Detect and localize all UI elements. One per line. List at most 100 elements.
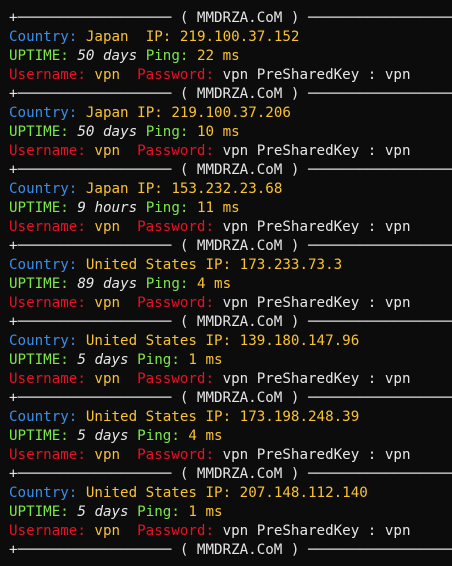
server-status-line: UPTIME: 5 days Ping: 1 ms	[9, 351, 452, 370]
separator-left: +──────────────────	[9, 162, 172, 178]
country-label: Country:	[9, 105, 78, 121]
psk-value: vpn	[384, 143, 411, 159]
password-label: Password:	[137, 143, 215, 159]
ip-label: IP:	[205, 409, 232, 425]
username-label: Username:	[9, 67, 86, 83]
uptime-label: UPTIME:	[9, 352, 69, 368]
password-value: vpn	[222, 295, 249, 311]
username-value: vpn	[94, 523, 121, 539]
username-label: Username:	[9, 523, 86, 539]
server-status-line: UPTIME: 5 days Ping: 1 ms	[9, 503, 452, 522]
psk-value: vpn	[384, 219, 411, 235]
server-credentials-line: Username: vpn Password: vpn PreSharedKey…	[9, 370, 452, 389]
server-location-line: Country: United States IP: 139.180.147.9…	[9, 332, 452, 351]
uptime-unit: days	[94, 504, 129, 520]
terminal-window[interactable]: +────────────────── ( MMDRZA.CoM ) ─────…	[0, 0, 452, 566]
server-credentials-line: Username: vpn Password: vpn PreSharedKey…	[9, 522, 452, 541]
ping-value: 4 ms	[188, 428, 223, 444]
server-location-line: Country: United States IP: 173.233.73.3	[9, 256, 452, 275]
ping-value: 22 ms	[196, 48, 240, 64]
uptime-unit: days	[102, 276, 138, 292]
username-label: Username:	[9, 447, 86, 463]
country-label: Country:	[9, 409, 78, 425]
country-label: Country:	[9, 485, 78, 501]
separator-left: +──────────────────	[9, 10, 172, 26]
password-value: vpn	[222, 219, 249, 235]
separator-line: +────────────────── ( MMDRZA.CoM ) ─────…	[9, 313, 452, 332]
ip-label: IP:	[205, 333, 232, 349]
server-location-line: Country: United States IP: 207.148.112.1…	[9, 484, 452, 503]
uptime-unit: days	[102, 124, 138, 140]
ip-label: IP:	[137, 181, 163, 197]
ip-value: 139.180.147.96	[239, 333, 360, 349]
server-status-line: UPTIME: 50 days Ping: 22 ms	[9, 47, 452, 66]
server-location-line: Country: Japan IP: 153.232.23.68	[9, 180, 452, 199]
username-label: Username:	[9, 371, 86, 387]
ip-label: IP:	[145, 29, 172, 45]
uptime-label: UPTIME:	[9, 200, 69, 216]
psk-value: vpn	[384, 295, 411, 311]
psk-value: vpn	[384, 371, 411, 387]
uptime-label: UPTIME:	[9, 504, 69, 520]
country-value: United States	[85, 485, 197, 501]
uptime-label: UPTIME:	[9, 124, 69, 140]
username-label: Username:	[9, 295, 86, 311]
password-label: Password:	[137, 67, 215, 83]
password-label: Password:	[137, 219, 215, 235]
ip-value: 219.100.37.206	[171, 105, 291, 121]
username-value: vpn	[94, 447, 121, 463]
uptime-number: 50	[77, 124, 95, 140]
separator-brand: ( MMDRZA.CoM )	[179, 86, 300, 102]
uptime-unit: days	[94, 428, 129, 444]
server-status-line: UPTIME: 50 days Ping: 10 ms	[9, 123, 452, 142]
username-label: Username:	[9, 143, 86, 159]
uptime-unit: hours	[94, 200, 138, 216]
country-label: Country:	[9, 181, 78, 197]
separator-right: ──────────────────+	[307, 542, 452, 558]
ping-value: 4 ms	[196, 276, 232, 292]
uptime-number: 5	[77, 428, 86, 444]
separator-left: +──────────────────	[9, 390, 172, 406]
uptime-number: 9	[77, 200, 86, 216]
ping-value: 11 ms	[196, 200, 240, 216]
server-credentials-line: Username: vpn Password: vpn PreSharedKey…	[9, 66, 452, 85]
separator-left: +──────────────────	[9, 314, 172, 330]
server-status-line: UPTIME: 5 days Ping: 4 ms	[9, 427, 452, 446]
separator-brand: ( MMDRZA.CoM )	[179, 162, 300, 178]
ping-label: Ping:	[145, 48, 189, 64]
psk-label: PreSharedKey :	[256, 295, 377, 311]
server-credentials-line: Username: vpn Password: vpn PreSharedKey…	[9, 294, 452, 313]
separator-right: ──────────────────+	[307, 390, 452, 406]
uptime-label: UPTIME:	[9, 428, 69, 444]
uptime-label: UPTIME:	[9, 276, 69, 292]
password-label: Password:	[137, 295, 215, 311]
ping-label: Ping:	[137, 428, 180, 444]
separator-right: ──────────────────+	[307, 466, 452, 482]
separator-brand: ( MMDRZA.CoM )	[179, 10, 300, 26]
ip-value: 173.198.248.39	[239, 409, 360, 425]
psk-label: PreSharedKey :	[256, 447, 377, 463]
separator-line: +────────────────── ( MMDRZA.CoM ) ─────…	[9, 85, 452, 104]
uptime-number: 5	[77, 504, 86, 520]
username-value: vpn	[94, 219, 121, 235]
separator-right: ──────────────────+	[307, 314, 452, 330]
separator-line: +────────────────── ( MMDRZA.CoM ) ─────…	[9, 389, 452, 408]
separator-brand: ( MMDRZA.CoM )	[179, 390, 300, 406]
separator-line: +────────────────── ( MMDRZA.CoM ) ─────…	[9, 237, 452, 256]
country-label: Country:	[9, 333, 78, 349]
password-label: Password:	[137, 371, 215, 387]
username-value: vpn	[94, 295, 121, 311]
psk-label: PreSharedKey :	[256, 219, 377, 235]
separator-line: +────────────────── ( MMDRZA.CoM ) ─────…	[9, 541, 452, 560]
separator-brand: ( MMDRZA.CoM )	[179, 238, 300, 254]
separator-brand: ( MMDRZA.CoM )	[179, 466, 300, 482]
ip-value: 153.232.23.68	[171, 181, 283, 197]
uptime-label: UPTIME:	[9, 48, 69, 64]
separator-brand: ( MMDRZA.CoM )	[179, 542, 300, 558]
psk-value: vpn	[384, 523, 411, 539]
server-credentials-line: Username: vpn Password: vpn PreSharedKey…	[9, 142, 452, 161]
server-status-line: UPTIME: 9 hours Ping: 11 ms	[9, 199, 452, 218]
country-value: United States	[85, 257, 197, 273]
psk-value: vpn	[384, 67, 411, 83]
uptime-number: 50	[77, 48, 95, 64]
